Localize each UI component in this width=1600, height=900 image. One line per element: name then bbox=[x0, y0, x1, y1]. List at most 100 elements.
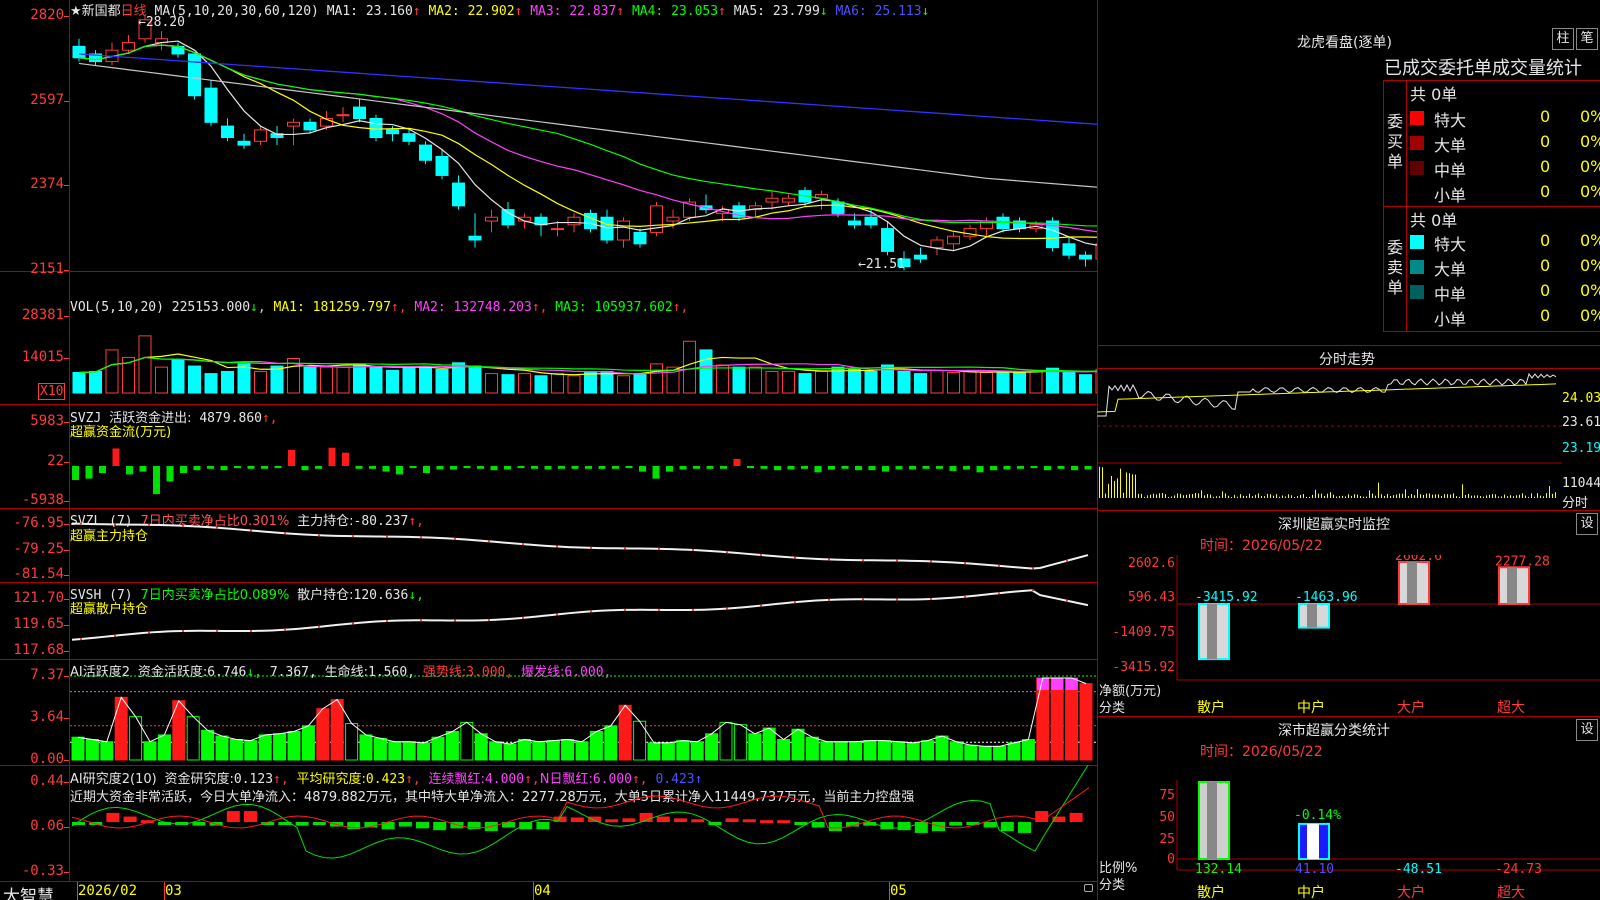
volume-bar bbox=[601, 371, 613, 393]
y-tick-label: 117.68 bbox=[0, 642, 64, 658]
y-tick-mark bbox=[64, 760, 69, 761]
bar-mode-button[interactable]: 柱 bbox=[1552, 28, 1574, 50]
svzj-bar bbox=[383, 466, 390, 472]
x-tick-mark bbox=[889, 882, 890, 900]
ai1-bar bbox=[562, 739, 574, 760]
intraday-vol-bar bbox=[1477, 495, 1478, 498]
level-count: 0 bbox=[1540, 157, 1550, 176]
candle-body bbox=[403, 134, 415, 142]
ai2-bar bbox=[227, 811, 240, 822]
svzj-bar bbox=[518, 466, 525, 468]
intraday-vol-bar bbox=[1399, 494, 1400, 498]
intraday-vol: 11044 bbox=[1562, 476, 1600, 491]
svzl-chart[interactable] bbox=[0, 508, 1097, 582]
ma120-line bbox=[79, 54, 1097, 129]
ai2-bar bbox=[433, 822, 446, 830]
svsh-chart[interactable] bbox=[0, 582, 1097, 659]
svsh-line-dot bbox=[80, 638, 82, 640]
intraday-vol-bar bbox=[1450, 495, 1451, 498]
candle-body bbox=[1080, 255, 1092, 259]
intraday-price1: 24.03 bbox=[1562, 391, 1600, 406]
classify-settings-button[interactable]: 设 bbox=[1576, 719, 1598, 741]
intraday-vol-bar bbox=[1528, 497, 1529, 498]
intraday-vol-bar bbox=[1357, 495, 1358, 498]
svzj-bar bbox=[626, 466, 633, 468]
intraday-chart[interactable] bbox=[1097, 368, 1600, 508]
level-name: 中单 bbox=[1434, 281, 1466, 305]
lhb-tabs[interactable]: 已成交委托单成交量统计 bbox=[1384, 54, 1600, 80]
candle-body bbox=[601, 217, 613, 240]
level-name: 小单 bbox=[1434, 306, 1466, 330]
intraday-vol-bar bbox=[1540, 496, 1541, 498]
monitor-category-label: 大户 bbox=[1397, 699, 1425, 715]
tick-mode-button[interactable]: 笔 bbox=[1576, 28, 1598, 50]
svzj-bar bbox=[126, 466, 133, 474]
svzl-line-dot bbox=[216, 527, 218, 529]
lock-icon[interactable] bbox=[1084, 884, 1093, 892]
svzj-bar bbox=[180, 466, 187, 473]
volume-chart[interactable] bbox=[0, 272, 1097, 404]
svzj-bar bbox=[140, 466, 147, 472]
level-count: 0 bbox=[1540, 306, 1550, 325]
ai1-bar bbox=[144, 742, 156, 760]
intraday-vol-bar bbox=[1459, 497, 1460, 498]
intraday-vol-bar bbox=[1267, 494, 1268, 498]
intraday-vol-bar bbox=[1423, 495, 1424, 498]
buy-total: 共 0单 bbox=[1410, 81, 1457, 105]
intraday-vol-bar bbox=[1336, 497, 1337, 498]
volume-bar bbox=[931, 370, 943, 393]
svsh-line-dot bbox=[828, 599, 830, 601]
intraday-vol-bar bbox=[1207, 494, 1208, 498]
svzj-bar bbox=[194, 466, 201, 470]
candlestick-chart[interactable]: ←28.20 ←21.51 bbox=[0, 0, 1097, 272]
intraday-vol-bar bbox=[1483, 497, 1484, 498]
intraday-vol-bar bbox=[1369, 490, 1370, 498]
svzj-bar bbox=[234, 466, 241, 468]
svzl-line-dot bbox=[862, 559, 864, 561]
intraday-vol-bar bbox=[1180, 494, 1181, 498]
ai1-bar bbox=[878, 741, 890, 760]
y-tick-label: 2597 bbox=[0, 92, 64, 108]
svzj-bar bbox=[680, 466, 687, 470]
intraday-vol-bar bbox=[1123, 493, 1124, 498]
candle-body bbox=[486, 217, 498, 221]
level-row-小单: 小单00% bbox=[1410, 181, 1600, 205]
candle-body bbox=[849, 221, 861, 225]
ai2-chart[interactable] bbox=[0, 765, 1097, 882]
y-tick-mark bbox=[64, 718, 69, 719]
svzj-bar bbox=[288, 450, 295, 466]
y-tick-mark bbox=[64, 872, 69, 873]
monitor-y-tick: 596.43 bbox=[1128, 590, 1175, 605]
svzj-chart[interactable] bbox=[0, 404, 1097, 508]
ai2-bar bbox=[984, 822, 997, 827]
intraday-vol-bar bbox=[1135, 475, 1136, 498]
intraday-vol-bar bbox=[1309, 497, 1310, 498]
level-row-中单: 中单00% bbox=[1410, 280, 1600, 304]
y-tick-mark bbox=[64, 575, 69, 576]
level-percent: 0% bbox=[1580, 182, 1600, 201]
intraday-vol-bar bbox=[1333, 495, 1334, 498]
volume-bar bbox=[700, 350, 712, 393]
ai1-chart[interactable] bbox=[0, 659, 1097, 765]
svzj-bar bbox=[261, 466, 268, 469]
ai1-bar bbox=[547, 741, 559, 760]
monitor-chart[interactable]: 2602.6 596.43 -1409.75 -3415.92 -3415.92 散户 -1… bbox=[1097, 555, 1600, 715]
volume-bar bbox=[321, 367, 333, 393]
monitor-settings-button[interactable]: 设 bbox=[1576, 513, 1598, 535]
svzj-bar bbox=[1004, 466, 1011, 470]
intraday-vol-bar bbox=[1411, 494, 1412, 498]
volume-bar bbox=[865, 371, 877, 393]
ai1-bar bbox=[792, 729, 804, 760]
intraday-vol-bar bbox=[1195, 493, 1196, 498]
intraday-unit: 分时 bbox=[1562, 492, 1588, 511]
svzl-line-dot bbox=[590, 547, 592, 549]
svzj-bar bbox=[666, 466, 673, 472]
level-name: 特大 bbox=[1434, 231, 1466, 255]
intraday-vol-bar bbox=[1501, 496, 1502, 498]
classify-category-label: 中户 bbox=[1297, 884, 1325, 900]
buy-side-label: 委买单 bbox=[1387, 112, 1407, 172]
intraday-vol-bar bbox=[1543, 496, 1544, 498]
intraday-vol-bar bbox=[1555, 492, 1556, 498]
classify-chart[interactable]: 75 50 25 0 132.14 散户 41.10 中户 -48.51 大户 -24.73 超大 -0… bbox=[1097, 760, 1600, 900]
classify-top-border bbox=[1097, 716, 1600, 717]
